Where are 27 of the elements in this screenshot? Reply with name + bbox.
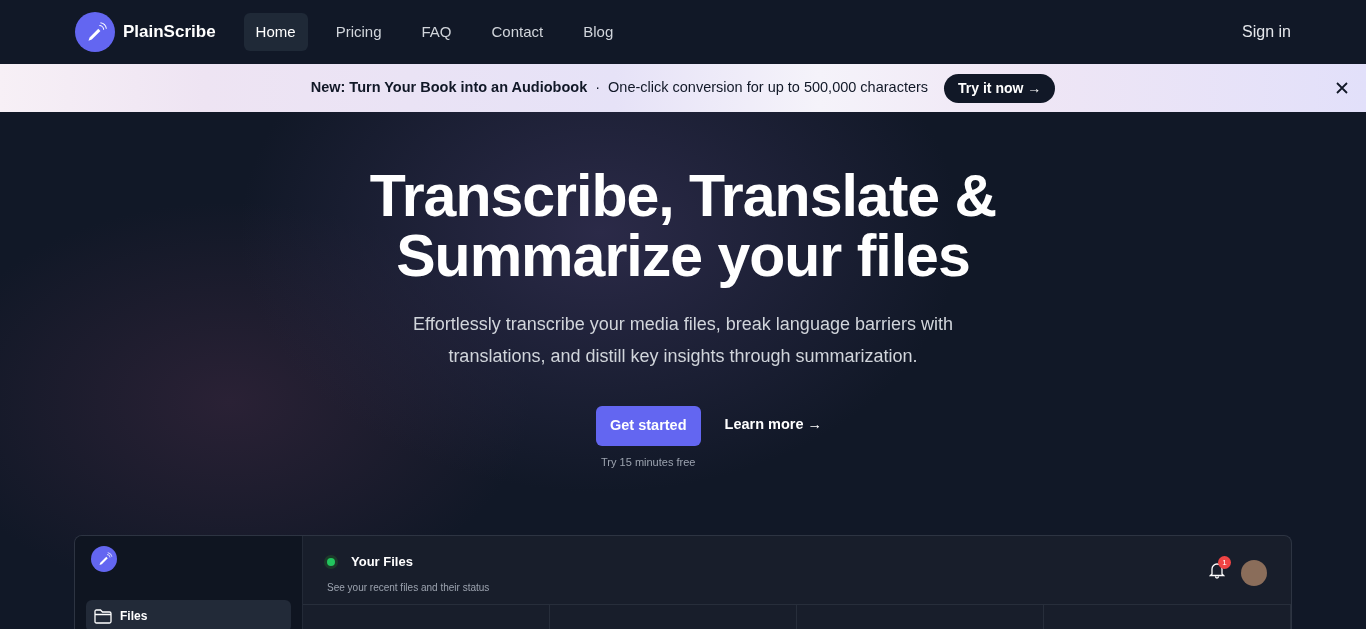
status-dot (327, 558, 335, 566)
notification-badge: 1 (1218, 555, 1231, 569)
bell-icon[interactable] (1209, 560, 1225, 579)
banner-title: New: Turn Your Book into an Audiobook (310, 78, 588, 98)
hero-heading: Transcribe, Translate & Summarize your files (368, 166, 998, 286)
logo-icon[interactable] (75, 12, 115, 52)
try-it-now-button[interactable]: Try it now → (944, 73, 1056, 103)
nav-link[interactable]: Home (243, 12, 308, 52)
separator-dot: · (595, 78, 601, 98)
learn-more-link[interactable]: Learn more → (724, 414, 823, 436)
nav-link[interactable]: Pricing (323, 12, 394, 52)
hero-subtitle: Effortlessly transcribe your media files, break language barriers with translations, and distill key insights through summarization. (412, 313, 954, 368)
get-started-button[interactable]: Get started (595, 406, 701, 446)
folder-icon (94, 608, 112, 624)
nav-link[interactable]: FAQ (409, 12, 464, 52)
panel-subtitle: See your recent files and their status (327, 580, 490, 595)
sign-in-link[interactable]: Sign in (1242, 20, 1291, 44)
logo-icon (91, 546, 117, 573)
banner-text: One-click conversion for up to 500,000 characters (608, 78, 929, 98)
sidebar-item[interactable]: Files (86, 600, 291, 629)
brand-name[interactable]: PlainScribe (123, 19, 216, 45)
avatar[interactable] (1241, 560, 1267, 587)
nav-link[interactable]: Contact (479, 12, 556, 52)
close-icon[interactable] (1335, 81, 1349, 95)
panel-title: Your Files (351, 553, 413, 572)
trial-note: Try 15 minutes free (601, 454, 696, 470)
nav-link[interactable]: Blog (571, 12, 626, 52)
